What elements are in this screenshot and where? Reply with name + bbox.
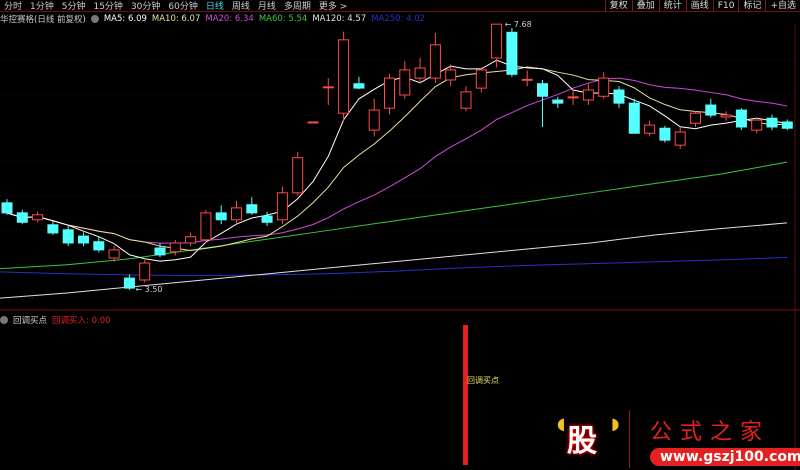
candle-body [215, 212, 227, 221]
candle-body [598, 77, 610, 97]
candle-body [384, 77, 395, 109]
candle-body [644, 124, 656, 134]
logo-char: 股 [567, 424, 597, 459]
candle-body [613, 89, 625, 104]
candle-body [200, 212, 212, 241]
candle-body [751, 119, 763, 131]
candle-body [690, 112, 701, 124]
candle-body [766, 117, 778, 128]
candle-body [261, 215, 273, 223]
kline-chart[interactable]: ← 7.68 ← 3.50 回调买点 [0, 0, 800, 470]
candle-body [720, 114, 732, 118]
candle-body [276, 192, 288, 221]
candle-body [185, 236, 197, 244]
candle-body [628, 102, 640, 134]
candle-body [1, 202, 13, 214]
logo-name: 公式之家 [650, 420, 771, 445]
candle-body [735, 109, 747, 128]
low-price-label: ← 3.50 [135, 285, 162, 294]
candle-body [322, 86, 334, 89]
candle-body [307, 121, 319, 124]
logo-divider [629, 410, 630, 468]
candle-body [47, 224, 59, 234]
horn-icon: ◗ [611, 414, 620, 433]
indicator-value: 回调买入: 0.00 [52, 316, 111, 326]
candle-body [292, 157, 304, 194]
candle-body [78, 235, 89, 244]
candle-body [154, 247, 166, 256]
indicator-settings-icon[interactable] [0, 316, 8, 324]
candle-body [93, 241, 105, 251]
candle-body [552, 99, 564, 104]
candle-body [567, 96, 579, 99]
candle-body [169, 242, 181, 253]
candle-body [62, 229, 74, 244]
indicator-name: 回调买点 [13, 316, 48, 326]
horn-icon: ◖ [557, 414, 566, 433]
ma20-line [6, 77, 788, 244]
candle-body [659, 127, 671, 141]
candle-body [108, 249, 120, 259]
candle-body [460, 91, 472, 109]
watermark-logo: ◖ ◗ 股 公式之家 www.gszj100.com [555, 408, 800, 470]
ma10-line [6, 66, 788, 251]
candle-body [537, 83, 548, 97]
indicator-legend: 回调买点 回调买入: 0.00 [0, 314, 111, 326]
candle-body [368, 109, 380, 131]
candle-body [506, 31, 518, 75]
candle-body [139, 262, 151, 281]
candle-body [123, 277, 135, 289]
logo-url: www.gszj100.com [650, 448, 800, 466]
high-price-label: ← 7.68 [505, 20, 532, 29]
candle-body [705, 104, 717, 116]
candle-body [246, 204, 258, 214]
candle-body [32, 214, 44, 221]
candle-body [475, 69, 487, 89]
candle-body [399, 69, 411, 96]
candle-body [353, 83, 365, 89]
candle-body [781, 121, 793, 129]
candle-body [582, 89, 594, 101]
candle-body [231, 207, 242, 221]
candle-body [491, 23, 503, 59]
candle-body [16, 212, 28, 223]
signal-label: 回调买点 [467, 376, 499, 385]
candle-body [338, 39, 350, 114]
candle-body [429, 44, 441, 79]
ma120-line [0, 222, 788, 299]
signal-bar [463, 325, 468, 465]
candle-body [674, 131, 686, 146]
ma5-line [6, 59, 788, 262]
candle-body [521, 78, 533, 81]
candle-body [414, 67, 426, 79]
candle-body [445, 69, 457, 81]
